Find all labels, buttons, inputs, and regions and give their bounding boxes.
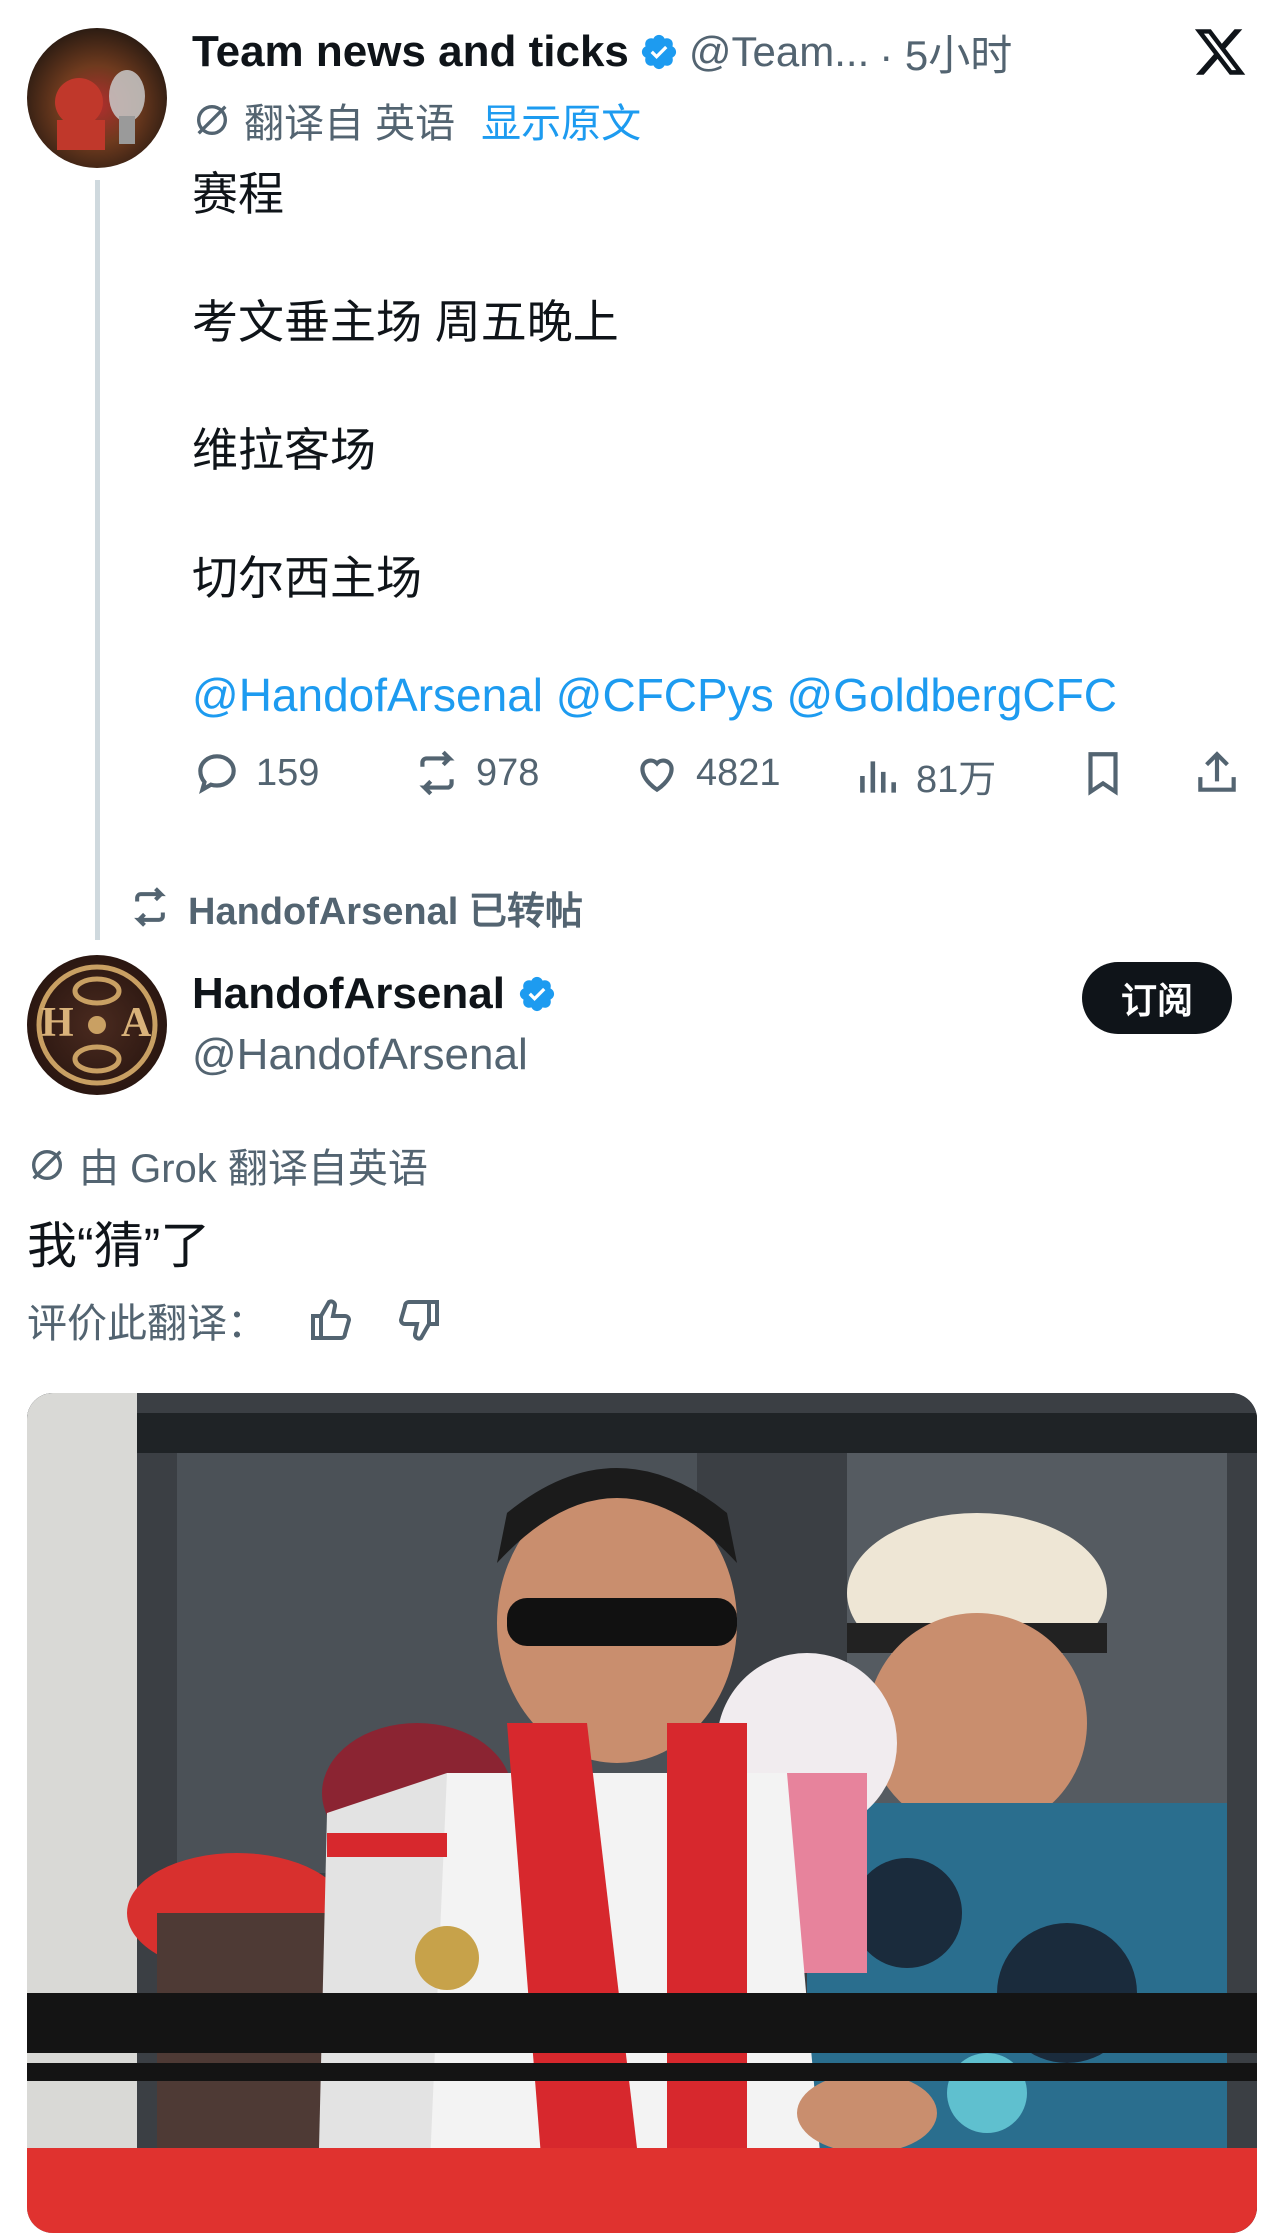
reply-icon bbox=[198, 754, 236, 795]
reply-button[interactable]: 159 bbox=[192, 748, 319, 798]
display-name[interactable]: HandofArsenal bbox=[192, 969, 505, 1019]
grok-translate-row: 由 Grok 翻译自英语 bbox=[27, 1138, 428, 1192]
like-button[interactable]: 4821 bbox=[632, 748, 781, 798]
grok-note: 由 Grok 翻译自英语 bbox=[79, 1147, 428, 1191]
avatar-letter-h: H bbox=[41, 1000, 74, 1046]
timestamp[interactable]: · 5小时 bbox=[879, 22, 1012, 83]
repost-count: 978 bbox=[476, 751, 540, 794]
tweet-line-2: 考文垂主场 周五晚上 bbox=[192, 296, 619, 348]
show-original-link[interactable]: 显示原文 bbox=[481, 91, 641, 149]
handle[interactable]: @HandofArsenal bbox=[192, 1030, 528, 1080]
share-icon bbox=[1198, 751, 1236, 792]
quoted-header: HandofArsenal bbox=[192, 964, 557, 1024]
views-icon bbox=[860, 760, 896, 793]
trophy-image bbox=[55, 70, 145, 150]
repost-icon bbox=[134, 887, 166, 927]
quoted-text: 我“猜”了 bbox=[27, 1218, 211, 1274]
translate-icon bbox=[32, 1150, 62, 1180]
share-button[interactable] bbox=[1192, 748, 1242, 798]
handle[interactable]: @Team... bbox=[689, 28, 869, 76]
translate-row: 翻译自 英语 显示原文 bbox=[192, 95, 641, 146]
display-name[interactable]: Team news and ticks bbox=[192, 27, 629, 77]
views-button[interactable]: 81万 bbox=[852, 748, 996, 803]
bookmark-button[interactable] bbox=[1078, 748, 1128, 798]
bookmark-icon bbox=[1088, 752, 1118, 796]
heart-icon bbox=[640, 758, 674, 793]
avatar-team-news[interactable] bbox=[27, 28, 167, 168]
repost-label[interactable]: HandofArsenal 已转帖 bbox=[188, 880, 583, 935]
tweet-line-1: 赛程 bbox=[192, 168, 284, 220]
rate-label: 评价此翻译： bbox=[27, 1302, 267, 1346]
tweet-line-4: 切尔西主场 bbox=[192, 552, 422, 604]
repost-icon bbox=[419, 750, 455, 796]
x-logo-icon bbox=[1194, 29, 1246, 75]
thumbs-down-icon[interactable] bbox=[395, 1296, 443, 1344]
subscribe-button[interactable]: 订阅 bbox=[1082, 962, 1232, 1034]
thread-connector-line bbox=[95, 180, 100, 940]
tweet-header: Team news and ticks @Team... · 5小时 bbox=[192, 22, 1012, 82]
close-x-button[interactable] bbox=[1192, 24, 1248, 80]
repost-button[interactable]: 978 bbox=[412, 748, 539, 798]
thumbs-up-icon[interactable] bbox=[307, 1296, 355, 1344]
rate-translation-row: 评价此翻译： bbox=[27, 1292, 443, 1348]
tweet-media-photo[interactable] bbox=[27, 1393, 1257, 2233]
verified-badge-icon bbox=[641, 34, 676, 70]
avatar-letter-a: A bbox=[121, 1000, 152, 1046]
translate-note: 翻译自 英语 bbox=[244, 102, 456, 146]
tweet-line-3: 维拉客场 bbox=[192, 424, 376, 476]
repost-label-row: HandofArsenal 已转帖 bbox=[128, 880, 583, 934]
like-count: 4821 bbox=[696, 751, 781, 794]
views-count: 81万 bbox=[916, 759, 997, 801]
mentions[interactable]: @HandofArsenal @CFCPys @GoldbergCFC bbox=[192, 668, 1117, 722]
translate-icon bbox=[197, 105, 227, 135]
photo-scene bbox=[27, 1393, 1257, 2233]
reply-count: 159 bbox=[256, 751, 320, 794]
avatar-handofarsenal[interactable]: H A bbox=[27, 955, 167, 1095]
verified-badge-icon bbox=[519, 976, 555, 1012]
